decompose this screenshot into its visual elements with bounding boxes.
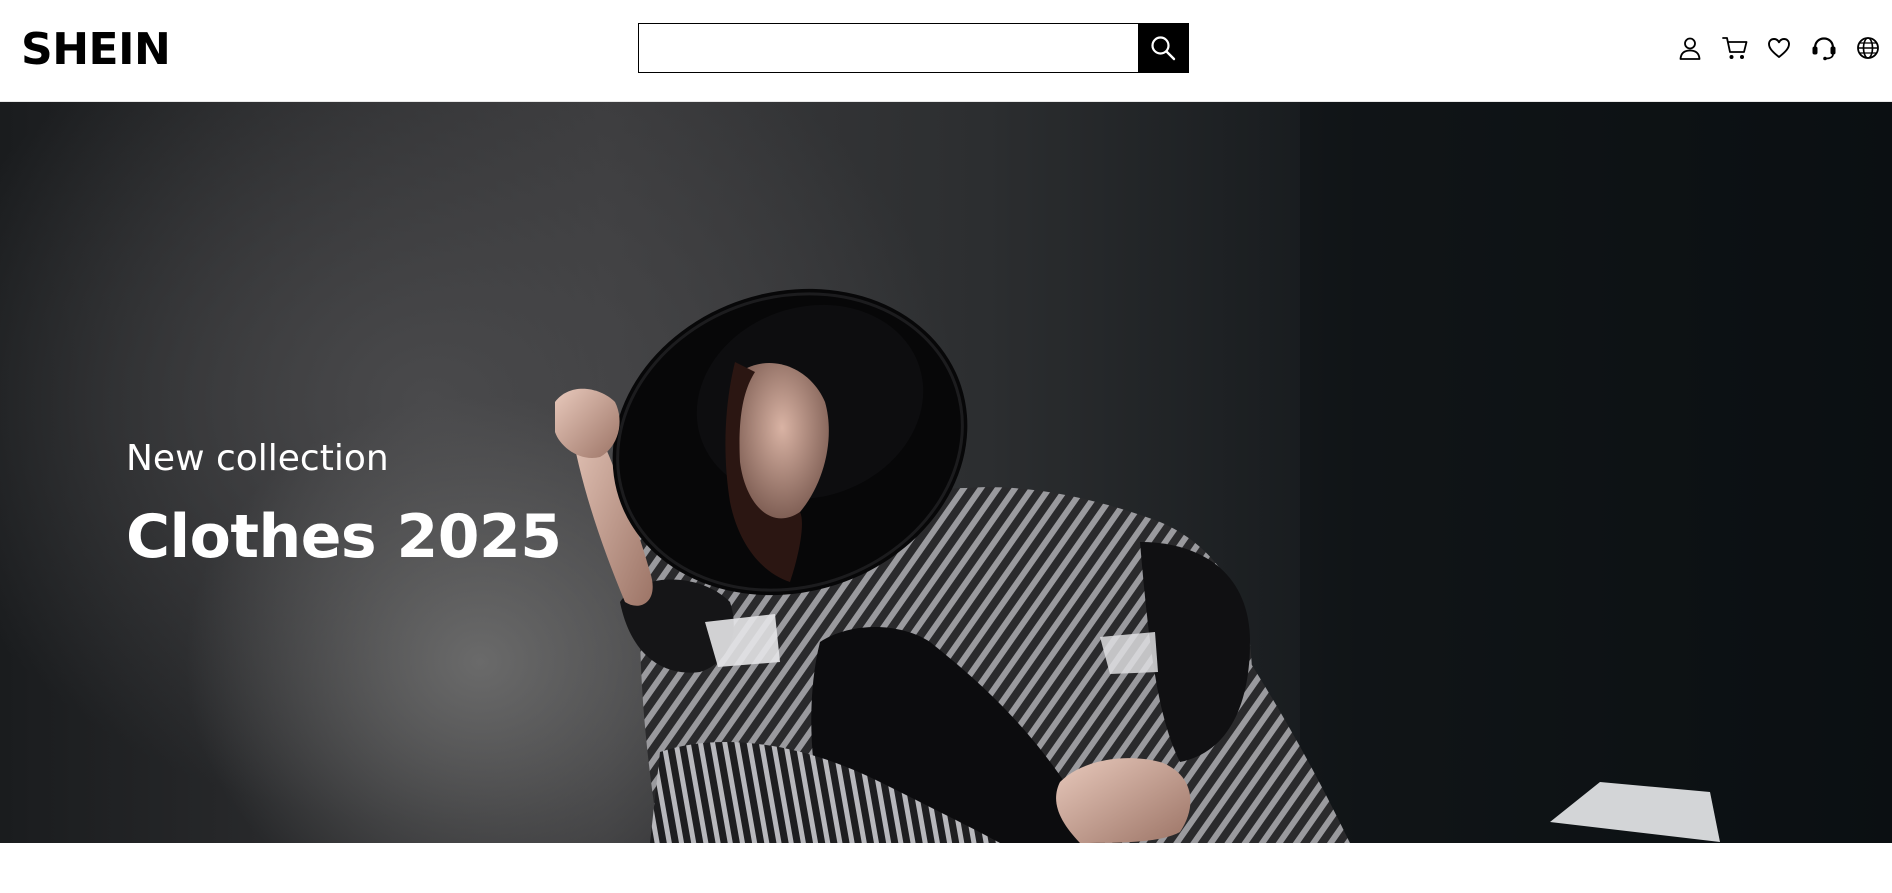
- globe-icon: [1857, 37, 1879, 59]
- cart-icon: [1722, 37, 1748, 59]
- search-input[interactable]: [639, 24, 1138, 72]
- language-button[interactable]: [1852, 30, 1884, 66]
- account-button[interactable]: [1674, 30, 1706, 66]
- search-button[interactable]: [1138, 24, 1188, 72]
- hero-banner[interactable]: New collection Clothes 2025: [0, 102, 1892, 843]
- support-icon: [1812, 37, 1836, 61]
- hero-title: Clothes 2025: [126, 502, 562, 572]
- site-header: SHEIN: [0, 0, 1892, 102]
- shein-logo[interactable]: SHEIN: [21, 22, 171, 78]
- search-icon: [1151, 36, 1176, 61]
- cart-button[interactable]: [1719, 30, 1751, 66]
- hero-subtitle: New collection: [126, 438, 389, 479]
- hero-text-block: New collection Clothes 2025: [126, 437, 562, 575]
- header-icons: [1662, 30, 1892, 66]
- search-bar: [638, 23, 1189, 73]
- wishlist-button[interactable]: [1763, 30, 1795, 66]
- user-icon: [1679, 37, 1701, 60]
- heart-icon: [1768, 38, 1790, 58]
- support-button[interactable]: [1808, 30, 1840, 66]
